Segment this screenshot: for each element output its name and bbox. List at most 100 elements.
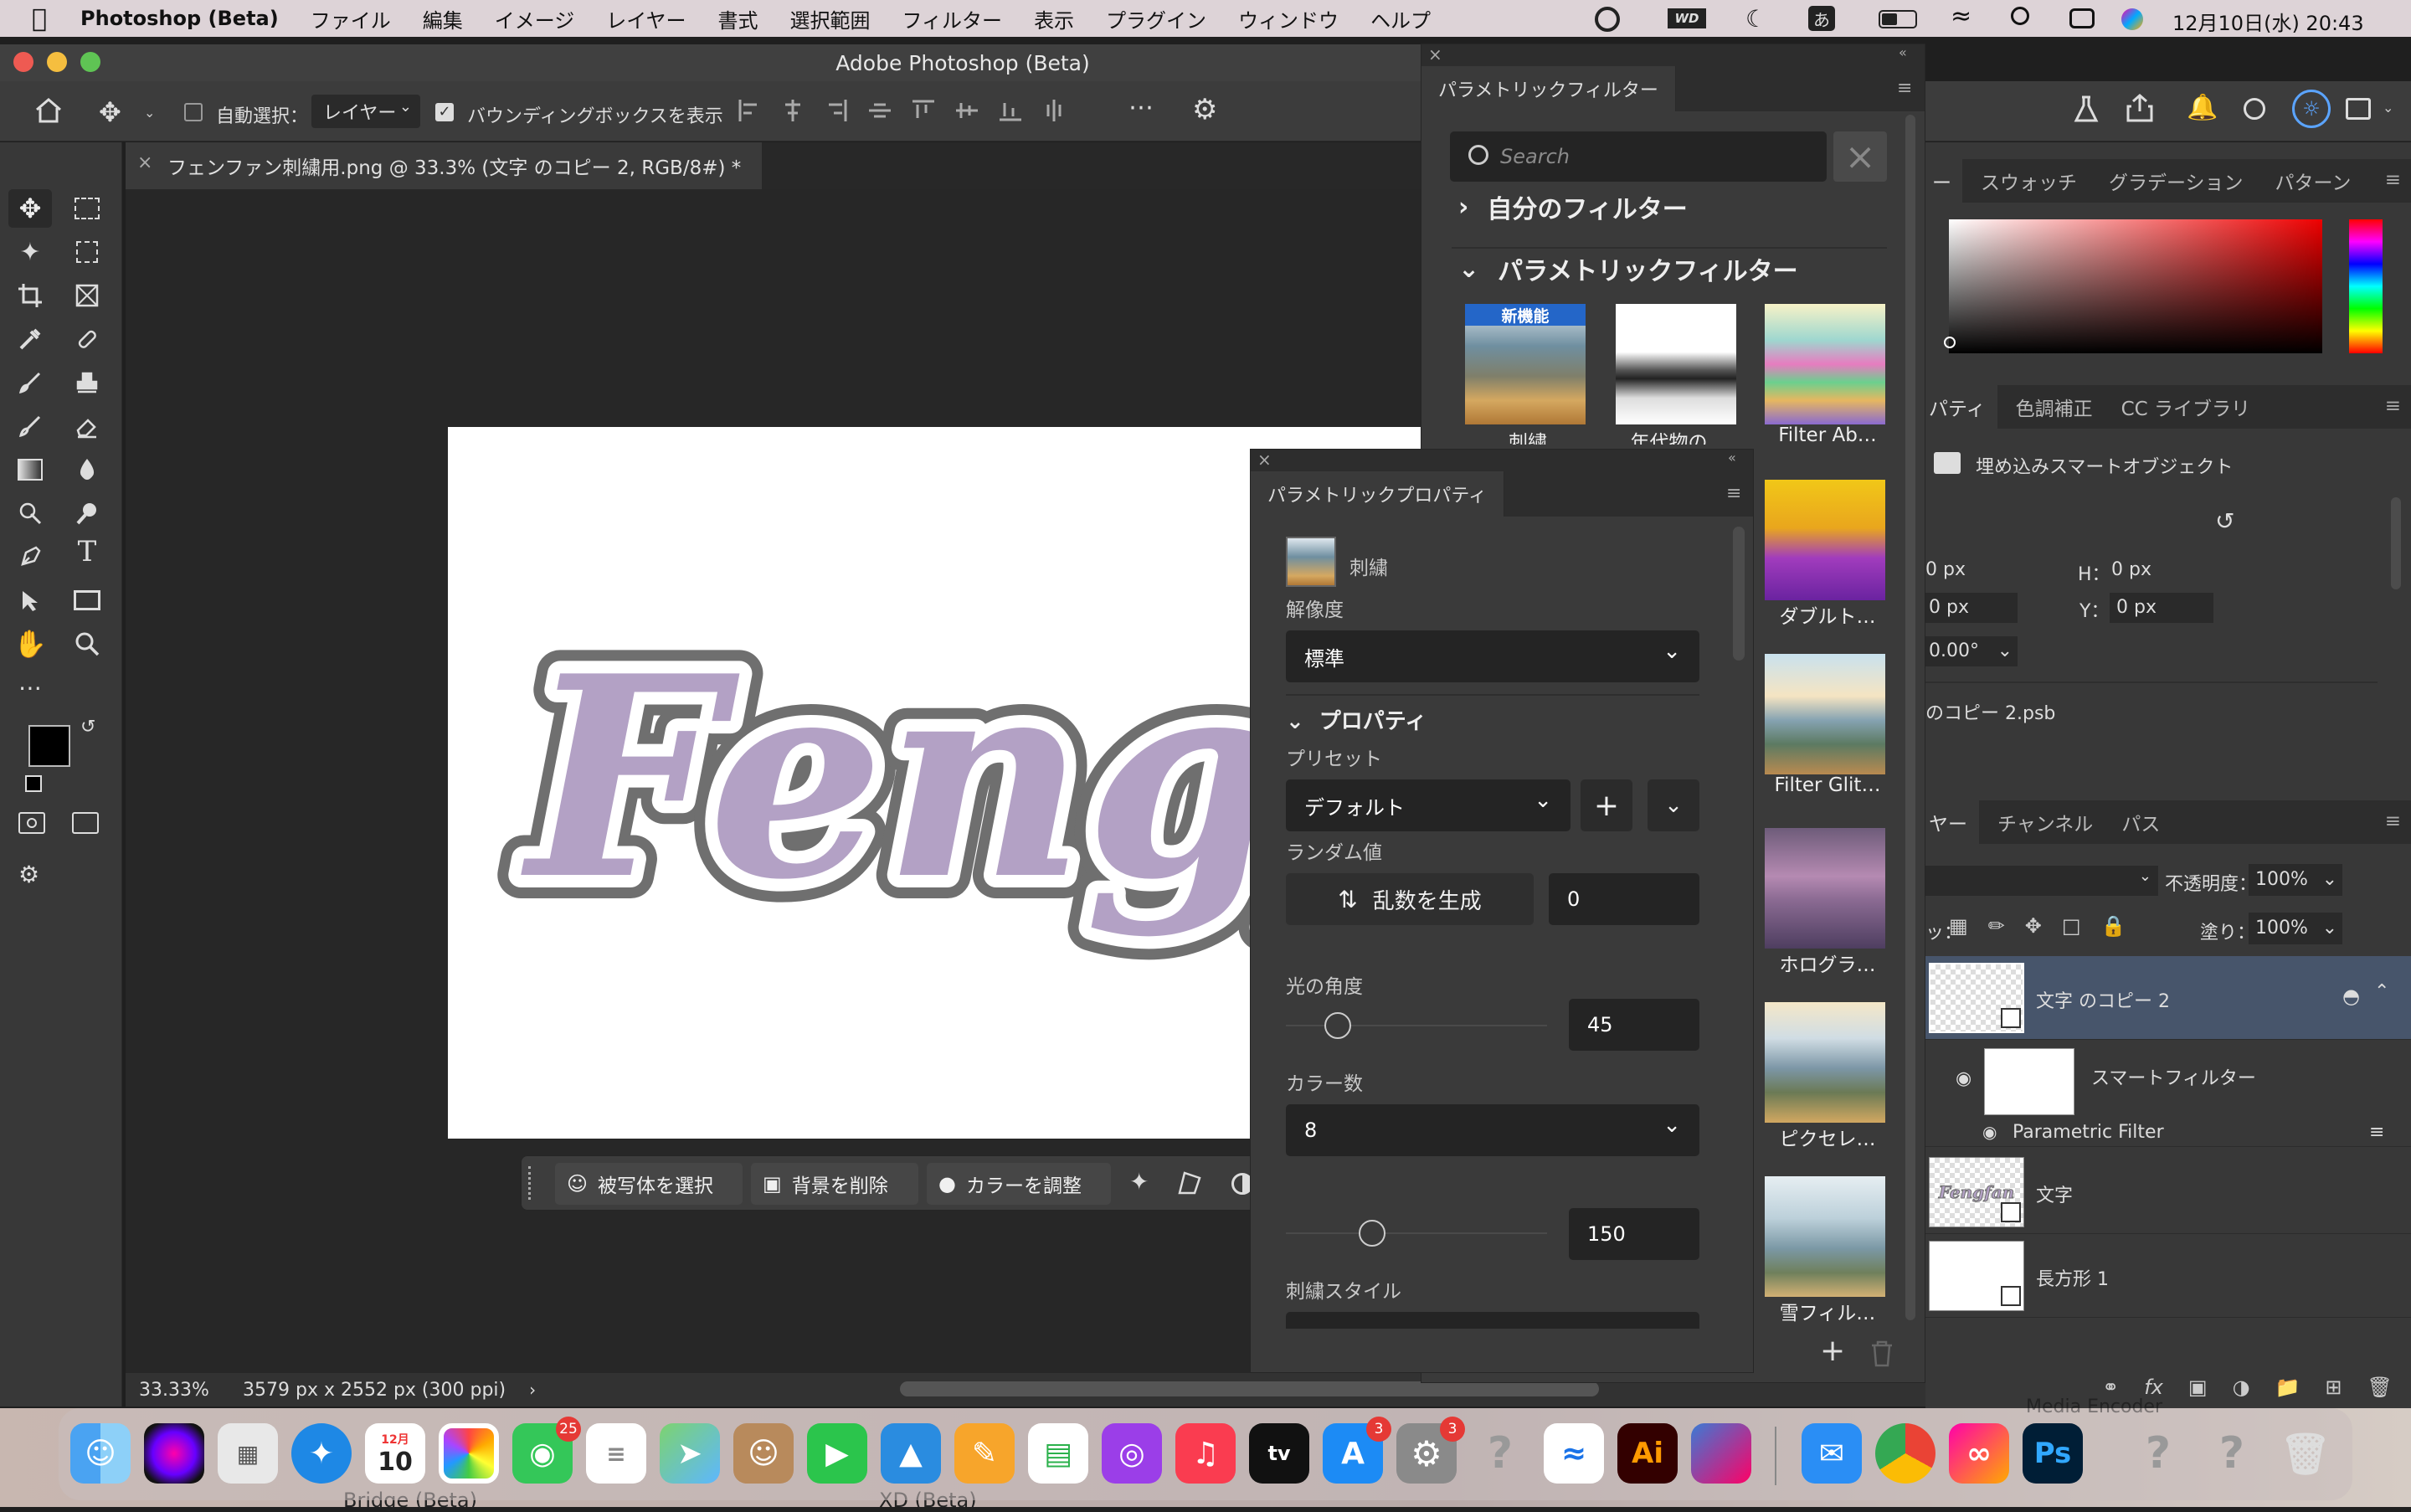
align-bottom-icon[interactable] xyxy=(998,98,1023,123)
menu-edit[interactable]: 編集 xyxy=(423,4,463,33)
apple-tv-icon[interactable]: tv xyxy=(1249,1423,1309,1484)
layer-row-text[interactable]: Fengfan 文字 xyxy=(1925,1150,2411,1234)
y-position-field[interactable]: 0 px xyxy=(2110,593,2213,623)
control-center-icon[interactable] xyxy=(2069,8,2095,28)
filter-item-snow[interactable]: 雪フィル… xyxy=(1765,1176,1890,1325)
wifi-icon[interactable]: ≈ xyxy=(1951,2,1971,31)
tab-layers-partial[interactable]: ヤー xyxy=(1925,800,1979,844)
clear-search-button[interactable]: × xyxy=(1833,131,1887,182)
screen-mode-icon[interactable] xyxy=(72,812,99,834)
preset-menu-button[interactable]: ⌄ xyxy=(1648,779,1699,831)
light-angle-field[interactable]: 45 xyxy=(1569,999,1699,1051)
resolution-dropdown[interactable]: 標準 ⌄ xyxy=(1286,630,1699,682)
menu-plugins[interactable]: プラグイン xyxy=(1106,4,1206,33)
document-tab[interactable]: × フェンファン刺繍用.png @ 33.3% (文字 のコピー 2, RGB/… xyxy=(126,142,762,189)
apple-icon[interactable]:  xyxy=(32,4,47,33)
properties-section-toggle[interactable]: ⌄ プロパティ xyxy=(1286,704,1427,735)
launchpad-icon[interactable]: ▦ xyxy=(218,1423,278,1484)
panel-menu-icon[interactable]: ≡ xyxy=(2385,395,2401,417)
siri-app-icon[interactable] xyxy=(144,1423,204,1484)
gradient-tool[interactable] xyxy=(8,450,52,489)
frame-tool[interactable] xyxy=(65,276,109,315)
colors-dropdown[interactable]: 8 ⌄ xyxy=(1286,1104,1699,1156)
filter-item-duotone[interactable]: ダブルト… xyxy=(1765,480,1890,629)
reminders-icon[interactable]: ≡ xyxy=(586,1423,646,1484)
auto-select-checkbox[interactable] xyxy=(184,103,203,121)
search-icon[interactable] xyxy=(2244,98,2265,120)
default-colors-icon[interactable] xyxy=(25,775,42,792)
menu-file[interactable]: ファイル xyxy=(311,4,391,33)
podcasts-icon[interactable]: ◎ xyxy=(1102,1423,1162,1484)
window-zoom-button[interactable] xyxy=(80,52,100,72)
input-mode[interactable]: あ xyxy=(1808,6,1835,31)
freeform-icon[interactable]: ≈ xyxy=(1544,1423,1604,1484)
parametric-section-row[interactable]: ⌄ パラメトリックフィルター xyxy=(1458,250,1798,287)
filter-item-pixelate[interactable]: ピクセレ… xyxy=(1765,1002,1890,1151)
more-options-icon[interactable]: ⋯ xyxy=(1128,93,1154,122)
stitch-slider[interactable] xyxy=(1286,1216,1547,1250)
remove-background-button[interactable]: ▣ 背景を削除 xyxy=(751,1163,918,1205)
adjust-color-button[interactable]: ● カラーを調整 xyxy=(927,1163,1111,1205)
select-subject-button[interactable]: ☺ 被写体を選択 xyxy=(555,1163,743,1205)
photoshop-icon[interactable]: Ps xyxy=(2023,1423,2083,1484)
hand-tool[interactable]: ✋ xyxy=(8,625,52,663)
lock-move-icon[interactable]: ✥ xyxy=(2025,914,2042,938)
eye-icon[interactable]: ◉ xyxy=(1982,1122,1997,1142)
dodge-tool[interactable] xyxy=(8,494,52,532)
blur-tool[interactable] xyxy=(65,450,109,489)
properties-scrollbar[interactable] xyxy=(1733,527,1745,661)
chevron-down-icon[interactable]: ⌄ xyxy=(2383,100,2393,116)
tab-channels[interactable]: チャンネル xyxy=(1997,808,2093,836)
crop-tool[interactable] xyxy=(8,276,52,315)
pen-tool[interactable] xyxy=(8,537,52,576)
unknown-app-icon[interactable]: ? xyxy=(1470,1423,1530,1484)
stitch-value-field[interactable]: 150 xyxy=(1569,1208,1699,1260)
tab-color-partial[interactable]: ー xyxy=(1925,159,1962,203)
tab-gradient[interactable]: グラデーション xyxy=(2109,167,2244,195)
history-brush-tool[interactable] xyxy=(8,407,52,445)
x-position-field[interactable]: 0 px xyxy=(1925,593,2018,623)
preset-dropdown[interactable]: デフォルト ⌄ xyxy=(1286,779,1570,831)
panel-menu-icon[interactable]: ≡ xyxy=(1897,78,1912,99)
collapse-icon[interactable]: « xyxy=(1728,450,1736,465)
tab-pattern[interactable]: パターン xyxy=(2275,167,2352,195)
trash-icon[interactable]: 🗑 xyxy=(2367,1376,2393,1399)
layer-row-rectangle[interactable]: 長方形 1 xyxy=(1925,1234,2411,1318)
panel-menu-icon[interactable]: ≡ xyxy=(2385,169,2401,191)
align-left-icon[interactable] xyxy=(737,98,762,123)
workspace-icon[interactable] xyxy=(2346,98,2371,120)
folder-icon[interactable]: 📁 xyxy=(2275,1376,2300,1399)
move-tool-icon[interactable]: ✥ xyxy=(99,96,121,128)
lab-flask-icon[interactable] xyxy=(2072,95,2100,123)
adjustment-layer-icon[interactable]: ◑ xyxy=(2233,1376,2250,1399)
mail-icon[interactable]: ✉ xyxy=(1802,1423,1862,1484)
iphone-mirroring-icon[interactable] xyxy=(1691,1423,1751,1484)
filter-item-hologram[interactable]: ホログラ… xyxy=(1765,828,1890,977)
window-close-button[interactable] xyxy=(13,52,33,72)
generate-random-button[interactable]: ⇅ 乱数を生成 xyxy=(1286,873,1534,925)
panel-menu-icon[interactable]: ≡ xyxy=(1726,483,1741,504)
chevron-down-icon[interactable]: ⌄ xyxy=(144,105,155,121)
window-minimize-button[interactable] xyxy=(47,52,67,72)
contacts-icon[interactable]: ☺ xyxy=(733,1423,794,1484)
type-tool[interactable]: T xyxy=(65,532,109,571)
menu-select[interactable]: 選択範囲 xyxy=(790,4,871,33)
menu-image[interactable]: イメージ xyxy=(495,4,575,33)
wd-icon[interactable]: WD xyxy=(1668,8,1706,28)
fx-icon[interactable]: fx xyxy=(2144,1376,2163,1399)
filter-item-embroidery[interactable]: 新機能 刺繍 xyxy=(1465,304,1591,445)
layer-row-text-copy-2[interactable]: 文字 のコピー 2 ◓ ⌃ xyxy=(1925,956,2411,1040)
marquee-tool[interactable] xyxy=(65,189,109,228)
zoom-level[interactable]: 33.33% xyxy=(139,1380,236,1401)
blend-mode-dropdown[interactable]: ⌄ xyxy=(1925,866,2158,896)
lock-transparent-icon[interactable]: ▦ xyxy=(1949,914,1968,938)
zoom-tool[interactable] xyxy=(65,625,109,663)
layer-name[interactable]: 文字 のコピー 2 xyxy=(2036,986,2170,1013)
add-mask-icon[interactable]: ▣ xyxy=(2188,1376,2208,1399)
bell-icon[interactable]: 🔔 xyxy=(2187,93,2218,122)
generative-icon[interactable]: ⚙ xyxy=(18,861,39,888)
align-icons[interactable] xyxy=(737,98,1067,123)
numbers-icon[interactable]: ▤ xyxy=(1028,1423,1088,1484)
opacity-field[interactable]: 100% ⌄ xyxy=(2249,864,2342,896)
trash-bin-icon[interactable]: 🗑 xyxy=(2275,1423,2336,1484)
